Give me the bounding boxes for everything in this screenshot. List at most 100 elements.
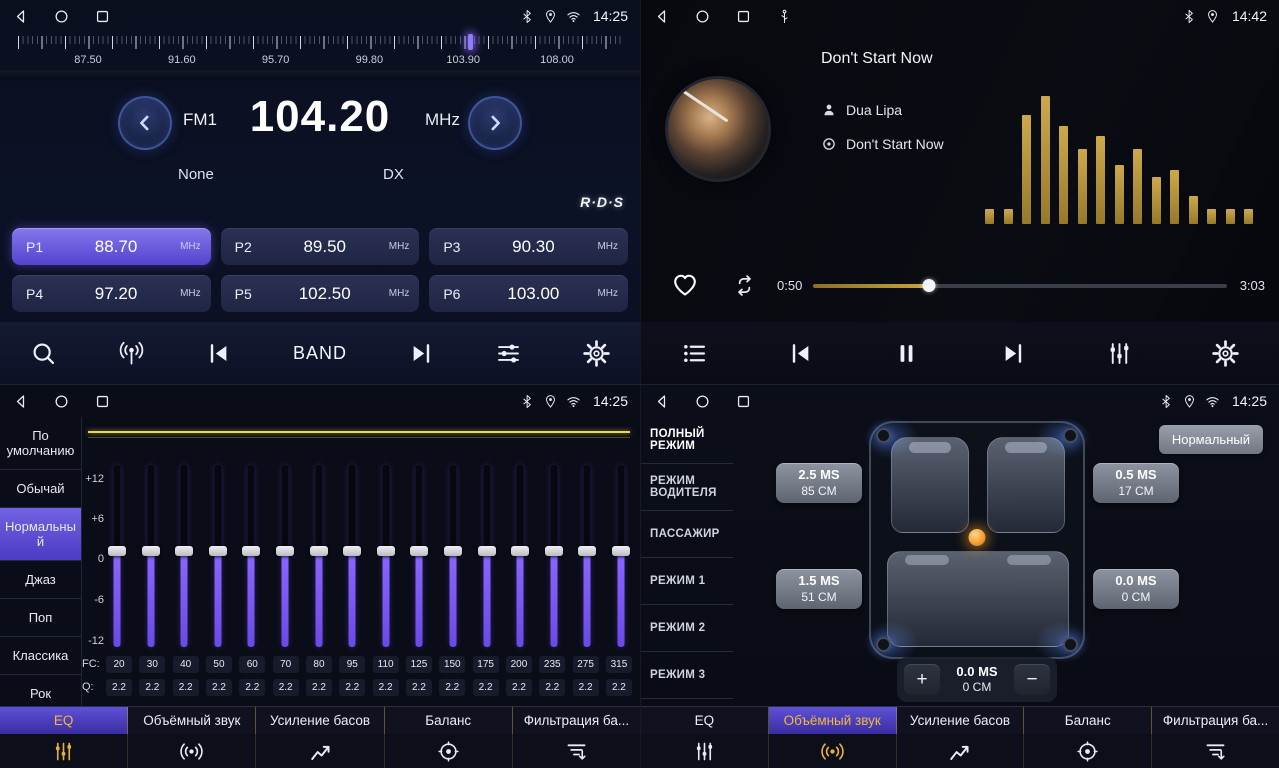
- album-art[interactable]: [665, 76, 771, 182]
- eq-preset-item[interactable]: Поп: [0, 599, 81, 637]
- balance-icon[interactable]: [1024, 734, 1152, 768]
- slider-handle[interactable]: [444, 546, 462, 556]
- eq-preset-item[interactable]: Нормальный: [0, 508, 81, 561]
- slider-handle[interactable]: [242, 546, 260, 556]
- playlist-icon[interactable]: [681, 340, 708, 367]
- slider-handle[interactable]: [209, 546, 227, 556]
- recents-icon[interactable]: [94, 393, 111, 410]
- recents-icon[interactable]: [735, 393, 752, 410]
- delay-decrease-button[interactable]: −: [1014, 664, 1050, 695]
- equalizer-icon[interactable]: [641, 734, 769, 768]
- home-icon[interactable]: [53, 8, 70, 25]
- eq-band-slider[interactable]: [341, 465, 363, 647]
- bass-boost-icon[interactable]: [256, 734, 384, 768]
- eq-band-slider[interactable]: [610, 465, 632, 647]
- mode-item[interactable]: РЕЖИМ ВОДИТЕЛЯ: [641, 464, 733, 511]
- tab-surround-sound[interactable]: Объёмный звук: [128, 707, 256, 734]
- slider-handle[interactable]: [276, 546, 294, 556]
- sound-preset-badge[interactable]: Нормальный: [1159, 425, 1263, 454]
- back-icon[interactable]: [12, 8, 29, 25]
- preset-button-p3[interactable]: P390.30MHz: [429, 228, 628, 265]
- slider-handle[interactable]: [175, 546, 193, 556]
- next-track-icon[interactable]: [1000, 340, 1027, 367]
- eq-band-slider[interactable]: [476, 465, 498, 647]
- home-icon[interactable]: [694, 8, 711, 25]
- back-icon[interactable]: [653, 393, 670, 410]
- settings-gear-icon[interactable]: [583, 340, 610, 367]
- tab-eq[interactable]: EQ: [0, 707, 128, 734]
- scan-icon[interactable]: [30, 340, 57, 367]
- repeat-icon[interactable]: [733, 274, 756, 297]
- mode-item[interactable]: РЕЖИМ 3: [641, 652, 733, 699]
- eq-band-slider[interactable]: [375, 465, 397, 647]
- eq-band-slider[interactable]: [140, 465, 162, 647]
- eq-band-slider[interactable]: [442, 465, 464, 647]
- eq-band-slider[interactable]: [509, 465, 531, 647]
- slider-handle[interactable]: [343, 546, 361, 556]
- eq-band-slider[interactable]: [308, 465, 330, 647]
- pause-icon[interactable]: [893, 340, 920, 367]
- tab-bass-boost[interactable]: Усиление басов: [897, 707, 1025, 734]
- tune-settings-icon[interactable]: [495, 340, 522, 367]
- next-icon[interactable]: [408, 340, 435, 367]
- eq-band-slider[interactable]: [576, 465, 598, 647]
- recents-icon[interactable]: [735, 8, 752, 25]
- slider-handle[interactable]: [545, 546, 563, 556]
- slider-handle[interactable]: [511, 546, 529, 556]
- tab-surround-sound[interactable]: Объёмный звук: [769, 707, 897, 734]
- eq-band-slider[interactable]: [173, 465, 195, 647]
- settings-gear-icon[interactable]: [1212, 340, 1239, 367]
- slider-handle[interactable]: [612, 546, 630, 556]
- preset-button-p2[interactable]: P289.50MHz: [221, 228, 420, 265]
- tab-eq[interactable]: EQ: [641, 707, 769, 734]
- slider-handle[interactable]: [578, 546, 596, 556]
- eq-band-slider[interactable]: [543, 465, 565, 647]
- eq-band-slider[interactable]: [240, 465, 262, 647]
- back-icon[interactable]: [653, 8, 670, 25]
- eq-band-slider[interactable]: [106, 465, 128, 647]
- mode-item[interactable]: РЕЖИМ 1: [641, 558, 733, 605]
- equalizer-icon[interactable]: [0, 734, 128, 768]
- slider-handle[interactable]: [142, 546, 160, 556]
- seek-bar[interactable]: [813, 284, 1227, 288]
- rear-right-delay[interactable]: 0.0 MS 0 CM: [1093, 569, 1179, 609]
- preset-button-p4[interactable]: P497.20MHz: [12, 275, 211, 312]
- previous-icon[interactable]: [205, 340, 232, 367]
- slider-handle[interactable]: [410, 546, 428, 556]
- tab-filter[interactable]: Фильтрация ба...: [1152, 707, 1279, 734]
- filter-icon[interactable]: [1152, 734, 1279, 768]
- mode-item[interactable]: РЕЖИМ 2: [641, 605, 733, 652]
- eq-band-slider[interactable]: [274, 465, 296, 647]
- progress-knob[interactable]: [922, 279, 935, 292]
- frequency-scale[interactable]: 87.5091.6095.7099.80103.90108.00: [0, 34, 640, 82]
- slider-handle[interactable]: [108, 546, 126, 556]
- eq-band-slider[interactable]: [408, 465, 430, 647]
- slider-handle[interactable]: [310, 546, 328, 556]
- home-icon[interactable]: [53, 393, 70, 410]
- front-left-delay[interactable]: 2.5 MS 85 CM: [776, 463, 862, 503]
- balance-icon[interactable]: [385, 734, 513, 768]
- eq-preset-item[interactable]: Классика: [0, 637, 81, 675]
- tab-bass-boost[interactable]: Усиление басов: [256, 707, 384, 734]
- preset-button-p1[interactable]: P188.70MHz: [12, 228, 211, 265]
- rear-left-delay[interactable]: 1.5 MS 51 CM: [776, 569, 862, 609]
- home-icon[interactable]: [694, 393, 711, 410]
- slider-handle[interactable]: [377, 546, 395, 556]
- back-icon[interactable]: [12, 393, 29, 410]
- eq-preset-item[interactable]: Джаз: [0, 561, 81, 599]
- preset-button-p6[interactable]: P6103.00MHz: [429, 275, 628, 312]
- tab-filter[interactable]: Фильтрация ба...: [513, 707, 640, 734]
- surround-sound-icon[interactable]: [769, 734, 897, 768]
- previous-track-icon[interactable]: [787, 340, 814, 367]
- delay-increase-button[interactable]: +: [904, 664, 940, 695]
- bass-boost-icon[interactable]: [897, 734, 1025, 768]
- tab-balance[interactable]: Баланс: [1024, 707, 1152, 734]
- favorite-icon[interactable]: [671, 271, 699, 299]
- mode-item[interactable]: ПОЛНЫЙ РЕЖИМ: [641, 417, 733, 464]
- listening-position-marker[interactable]: [969, 529, 986, 546]
- mode-item[interactable]: ПАССАЖИР: [641, 511, 733, 558]
- band-button[interactable]: BAND: [293, 343, 347, 364]
- audio-mixer-icon[interactable]: [1106, 340, 1133, 367]
- tab-balance[interactable]: Баланс: [385, 707, 513, 734]
- recents-icon[interactable]: [94, 8, 111, 25]
